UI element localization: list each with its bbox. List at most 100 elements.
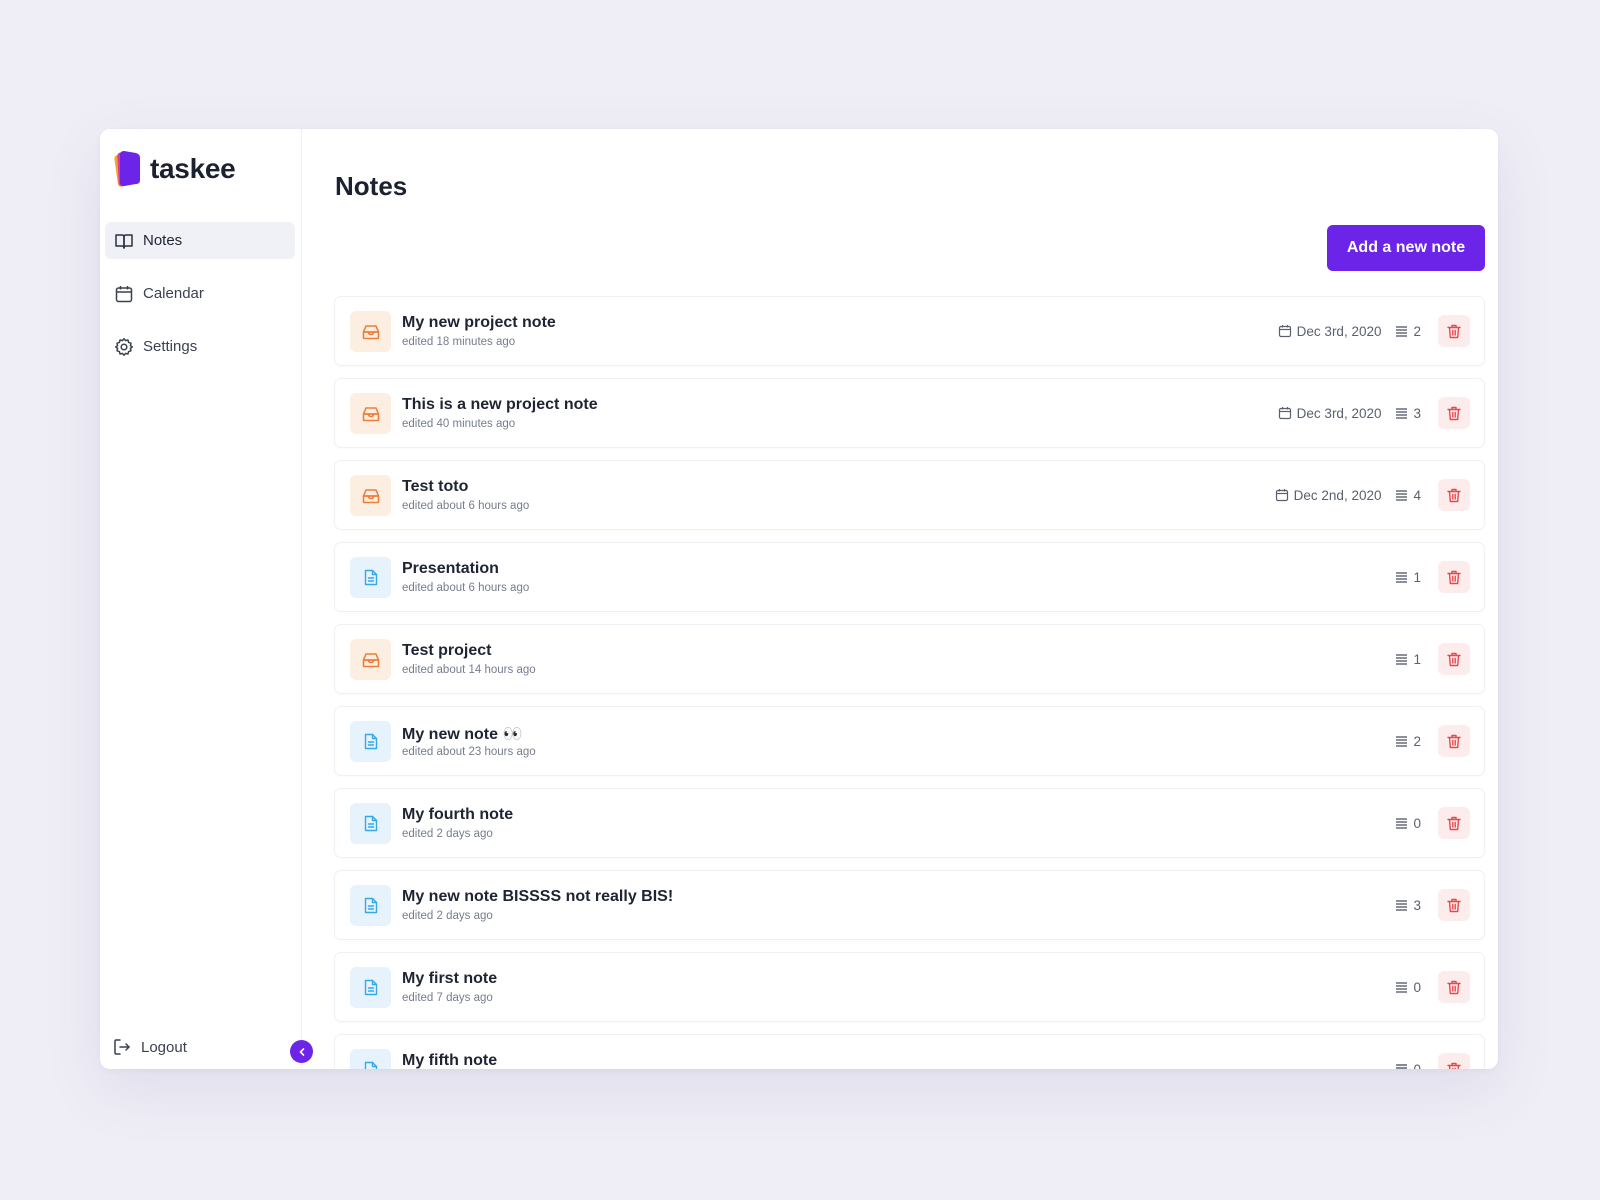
note-title: Test project [402, 642, 492, 659]
sidebar-item-settings[interactable]: Settings [105, 328, 295, 365]
sidebar-item-notes[interactable]: Notes [105, 222, 295, 259]
note-count-text: 4 [1413, 487, 1421, 503]
list-lines-icon [1395, 899, 1413, 911]
note-title: My new note 👀 [402, 726, 523, 743]
note-row[interactable]: My fifth note 0 [334, 1034, 1485, 1069]
trash-icon [1447, 734, 1461, 749]
document-icon [350, 557, 391, 598]
project-box-icon [350, 475, 391, 516]
note-date: Dec 2nd, 2020 [1275, 487, 1382, 503]
calendar-icon [1278, 406, 1297, 420]
list-lines-icon [1395, 653, 1413, 665]
note-row[interactable]: Test toto edited about 6 hours ago Dec 2… [334, 460, 1485, 530]
note-title: Presentation [402, 560, 499, 577]
logout-button[interactable]: Logout [112, 1037, 187, 1057]
note-edited: edited about 6 hours ago [402, 582, 530, 594]
note-item-count: 0 [1395, 816, 1421, 831]
note-item-count: 2 [1395, 324, 1421, 339]
note-edited: edited about 14 hours ago [402, 664, 536, 676]
note-item-count: 1 [1395, 652, 1421, 667]
note-title: My new note BISSSS not really BIS! [402, 888, 674, 905]
list-lines-icon [1395, 325, 1413, 337]
note-row[interactable]: My new project note edited 18 minutes ag… [334, 296, 1485, 366]
note-row[interactable]: This is a new project note edited 40 min… [334, 378, 1485, 448]
delete-note-button[interactable] [1438, 397, 1470, 429]
list-lines-icon [1395, 1063, 1413, 1069]
note-row[interactable]: My new note 👀 edited about 23 hours ago [334, 706, 1485, 776]
note-row[interactable]: Test project edited about 14 hours ago 1 [334, 624, 1485, 694]
delete-note-button[interactable] [1438, 315, 1470, 347]
note-row[interactable]: My new note BISSSS not really BIS! edite… [334, 870, 1485, 940]
sidebar-item-label: Settings [143, 338, 198, 355]
note-item-count: 2 [1395, 734, 1421, 749]
list-lines-icon [1395, 489, 1413, 501]
note-meta: 2 [1395, 707, 1421, 775]
delete-note-button[interactable] [1438, 889, 1470, 921]
note-edited: edited about 6 hours ago [402, 500, 530, 512]
delete-note-button[interactable] [1438, 561, 1470, 593]
note-edited: edited 40 minutes ago [402, 418, 516, 430]
note-row[interactable]: Presentation edited about 6 hours ago 1 [334, 542, 1485, 612]
note-count-text: 1 [1413, 569, 1421, 585]
delete-note-button[interactable] [1438, 725, 1470, 757]
note-edited: edited 2 days ago [402, 910, 493, 922]
note-meta: 0 [1395, 953, 1421, 1021]
delete-note-button[interactable] [1438, 643, 1470, 675]
note-edited: edited 2 days ago [402, 828, 493, 840]
trash-icon [1447, 488, 1461, 503]
note-item-count: 4 [1395, 488, 1421, 503]
note-item-count: 3 [1395, 898, 1421, 913]
document-icon [350, 721, 391, 762]
note-count-text: 2 [1413, 733, 1421, 749]
list-lines-icon [1395, 571, 1413, 583]
trash-icon [1447, 652, 1461, 667]
trash-icon [1447, 324, 1461, 339]
list-lines-icon [1395, 817, 1413, 829]
note-meta: Dec 3rd, 2020 3 [1278, 379, 1421, 447]
note-row[interactable]: My first note edited 7 days ago 0 [334, 952, 1485, 1022]
note-meta: 0 [1395, 789, 1421, 857]
list-lines-icon [1395, 735, 1413, 747]
note-date-text: Dec 3rd, 2020 [1296, 323, 1382, 339]
trash-icon [1447, 1062, 1461, 1069]
brand[interactable]: taskee [112, 150, 236, 188]
note-meta: 0 [1395, 1035, 1421, 1069]
note-row[interactable]: My fourth note edited 2 days ago 0 [334, 788, 1485, 858]
brand-name: taskee [150, 153, 236, 184]
add-note-button[interactable]: Add a new note [1327, 225, 1485, 271]
note-title: My fifth note [402, 1052, 498, 1069]
note-count-text: 1 [1413, 651, 1421, 667]
note-title: My first note [402, 970, 498, 987]
calendar-icon [1278, 324, 1297, 338]
note-date-text: Dec 2nd, 2020 [1293, 487, 1382, 503]
note-edited: edited 18 minutes ago [402, 336, 516, 348]
note-count-text: 3 [1413, 897, 1421, 913]
note-edited: edited about 23 hours ago [402, 746, 536, 758]
delete-note-button[interactable] [1438, 807, 1470, 839]
list-lines-icon [1395, 981, 1413, 993]
collapse-sidebar-button[interactable] [290, 1040, 313, 1063]
sidebar-item-calendar[interactable]: Calendar [105, 275, 295, 312]
taskee-logo-icon [112, 150, 142, 188]
note-item-count: 0 [1395, 1062, 1421, 1069]
project-box-icon [350, 311, 391, 352]
page-title: Notes [335, 171, 408, 201]
note-item-count: 3 [1395, 406, 1421, 421]
note-count-text: 0 [1413, 815, 1421, 831]
note-date: Dec 3rd, 2020 [1278, 323, 1382, 339]
note-item-count: 0 [1395, 980, 1421, 995]
delete-note-button[interactable] [1438, 479, 1470, 511]
note-count-text: 3 [1413, 405, 1421, 421]
delete-note-button[interactable] [1438, 971, 1470, 1003]
calendar-icon [1275, 488, 1294, 502]
logout-label: Logout [141, 1038, 187, 1056]
note-date-text: Dec 3rd, 2020 [1296, 405, 1382, 421]
note-item-count: 1 [1395, 570, 1421, 585]
sidebar-item-label: Calendar [143, 285, 204, 302]
note-title: My new project note [402, 314, 556, 331]
notes-list: My new project note edited 18 minutes ag… [334, 296, 1485, 1069]
calendar-icon [114, 284, 134, 304]
sidebar-item-label: Notes [143, 232, 183, 249]
note-meta: Dec 2nd, 2020 4 [1275, 461, 1421, 529]
delete-note-button[interactable] [1438, 1053, 1470, 1069]
